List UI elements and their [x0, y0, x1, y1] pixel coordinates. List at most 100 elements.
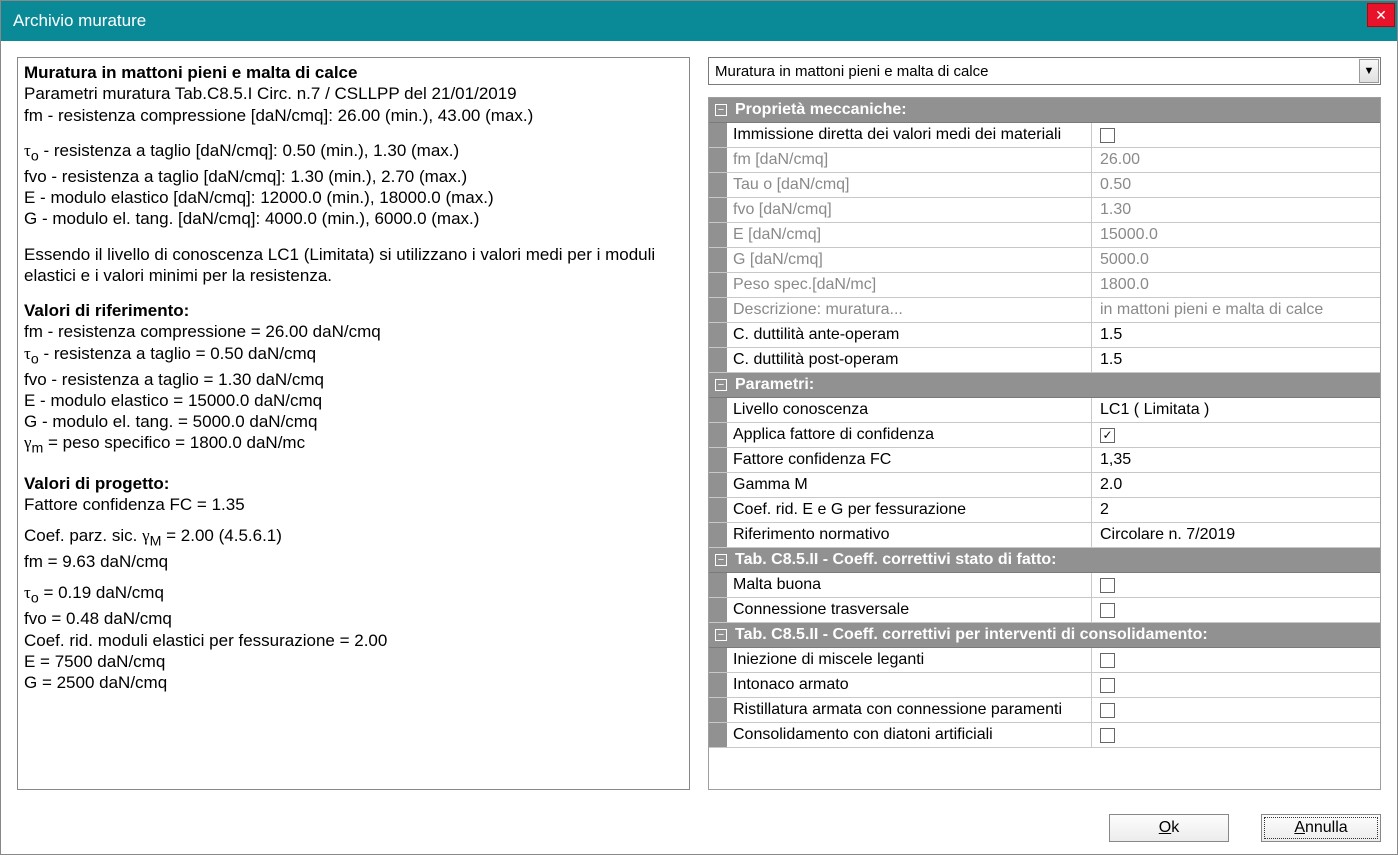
close-button[interactable]: ✕: [1367, 3, 1395, 27]
property-grid[interactable]: −Proprietà meccaniche:Immissione diretta…: [708, 97, 1381, 790]
property-row: Gamma M2.0: [709, 473, 1380, 498]
row-gutter: [709, 573, 727, 597]
row-gutter: [709, 698, 727, 722]
property-row: Tau o [daN/cmq]0.50: [709, 173, 1380, 198]
checkbox[interactable]: [1100, 678, 1115, 693]
property-value[interactable]: Circolare n. 7/2019: [1092, 523, 1380, 547]
desc-line: G - modulo el. tang. [daN/cmq]: 4000.0 (…: [24, 208, 683, 229]
row-gutter: [709, 248, 727, 272]
property-label: Riferimento normativo: [727, 523, 1092, 547]
section-title: Proprietà meccaniche:: [735, 101, 907, 118]
property-value[interactable]: [1092, 723, 1380, 747]
property-value[interactable]: 2: [1092, 498, 1380, 522]
checkbox[interactable]: ✓: [1100, 428, 1115, 443]
masonry-type-dropdown[interactable]: Muratura in mattoni pieni e malta di cal…: [708, 57, 1381, 85]
property-row: Intonaco armato: [709, 673, 1380, 698]
property-value[interactable]: LC1 ( Limitata ): [1092, 398, 1380, 422]
desc-line: fvo - resistenza a taglio = 1.30 daN/cmq: [24, 369, 683, 390]
property-label: C. duttilità post-operam: [727, 348, 1092, 372]
checkbox[interactable]: [1100, 653, 1115, 668]
desc-subheading: Valori di progetto:: [24, 474, 169, 493]
row-gutter: [709, 198, 727, 222]
property-value[interactable]: ✓: [1092, 423, 1380, 447]
property-value[interactable]: 2.0: [1092, 473, 1380, 497]
row-gutter: [709, 723, 727, 747]
ok-button[interactable]: Ok: [1109, 814, 1229, 842]
property-label: C. duttilità ante-operam: [727, 323, 1092, 347]
row-gutter: [709, 298, 727, 322]
property-value[interactable]: [1092, 123, 1380, 147]
property-label: fm [daN/cmq]: [727, 148, 1092, 172]
section-header[interactable]: −Tab. C8.5.II - Coeff. correttivi stato …: [709, 548, 1380, 573]
cancel-label-tail: nnulla: [1305, 819, 1348, 836]
property-value: 15000.0: [1092, 223, 1380, 247]
property-label: E [daN/cmq]: [727, 223, 1092, 247]
row-gutter: [709, 448, 727, 472]
row-gutter: [709, 223, 727, 247]
checkbox[interactable]: [1100, 703, 1115, 718]
property-value[interactable]: 1.5: [1092, 348, 1380, 372]
property-label: Fattore confidenza FC: [727, 448, 1092, 472]
section-header[interactable]: −Parametri:: [709, 373, 1380, 398]
property-label: Peso spec.[daN/mc]: [727, 273, 1092, 297]
property-label: Intonaco armato: [727, 673, 1092, 697]
window-title: Archivio murature: [13, 11, 146, 31]
checkbox[interactable]: [1100, 603, 1115, 618]
property-label: fvo [daN/cmq]: [727, 198, 1092, 222]
row-gutter: [709, 148, 727, 172]
desc-line: fvo = 0.48 daN/cmq: [24, 608, 683, 629]
close-icon: ✕: [1375, 7, 1387, 24]
property-row: Livello conoscenzaLC1 ( Limitata ): [709, 398, 1380, 423]
dropdown-selected-text: Muratura in mattoni pieni e malta di cal…: [715, 63, 988, 80]
property-label: Consolidamento con diatoni artificiali: [727, 723, 1092, 747]
row-gutter: [709, 473, 727, 497]
property-row: E [daN/cmq]15000.0: [709, 223, 1380, 248]
section-header[interactable]: −Tab. C8.5.II - Coeff. correttivi per in…: [709, 623, 1380, 648]
desc-line: = 0.19 daN/cmq: [39, 583, 164, 602]
desc-line: fm - resistenza compressione = 26.00 daN…: [24, 321, 683, 342]
property-value[interactable]: [1092, 573, 1380, 597]
property-label: Connessione trasversale: [727, 598, 1092, 622]
section-header[interactable]: −Proprietà meccaniche:: [709, 98, 1380, 123]
property-row: Descrizione: muratura...in mattoni pieni…: [709, 298, 1380, 323]
property-row: Fattore confidenza FC1,35: [709, 448, 1380, 473]
desc-line: G = 2500 daN/cmq: [24, 672, 683, 693]
desc-line: - resistenza a taglio [daN/cmq]: 0.50 (m…: [39, 141, 459, 160]
property-row: Applica fattore di confidenza ✓: [709, 423, 1380, 448]
property-label: Ristillatura armata con connessione para…: [727, 698, 1092, 722]
cancel-button[interactable]: Annulla: [1261, 814, 1381, 842]
checkbox[interactable]: [1100, 728, 1115, 743]
property-row: C. duttilità post-operam1.5: [709, 348, 1380, 373]
property-value[interactable]: [1092, 698, 1380, 722]
properties-pane: Muratura in mattoni pieni e malta di cal…: [708, 57, 1381, 790]
property-value[interactable]: 1,35: [1092, 448, 1380, 472]
property-value[interactable]: [1092, 648, 1380, 672]
description-pane: Muratura in mattoni pieni e malta di cal…: [17, 57, 690, 790]
property-row: Ristillatura armata con connessione para…: [709, 698, 1380, 723]
collapse-icon: −: [715, 629, 727, 641]
row-gutter: [709, 673, 727, 697]
row-gutter: [709, 398, 727, 422]
collapse-icon: −: [715, 104, 727, 116]
row-gutter: [709, 123, 727, 147]
description-textbox[interactable]: Muratura in mattoni pieni e malta di cal…: [17, 57, 690, 790]
property-row: Coef. rid. E e G per fessurazione2: [709, 498, 1380, 523]
property-value: 5000.0: [1092, 248, 1380, 272]
desc-line: = 2.00 (4.5.6.1): [161, 526, 282, 545]
desc-line: fm = 9.63 daN/cmq: [24, 551, 683, 572]
property-row: fvo [daN/cmq]1.30: [709, 198, 1380, 223]
desc-line: - resistenza a taglio = 0.50 daN/cmq: [39, 344, 316, 363]
row-gutter: [709, 423, 727, 447]
desc-line: E - modulo elastico = 15000.0 daN/cmq: [24, 390, 683, 411]
row-gutter: [709, 523, 727, 547]
checkbox[interactable]: [1100, 128, 1115, 143]
property-value[interactable]: [1092, 598, 1380, 622]
property-value[interactable]: 1.5: [1092, 323, 1380, 347]
desc-line: fm - resistenza compressione [daN/cmq]: …: [24, 105, 683, 126]
checkbox[interactable]: [1100, 578, 1115, 593]
property-label: Iniezione di miscele leganti: [727, 648, 1092, 672]
property-label: Applica fattore di confidenza: [727, 423, 1092, 447]
section-title: Parametri:: [735, 376, 814, 393]
property-value[interactable]: [1092, 673, 1380, 697]
desc-line: fvo - resistenza a taglio [daN/cmq]: 1.3…: [24, 166, 683, 187]
